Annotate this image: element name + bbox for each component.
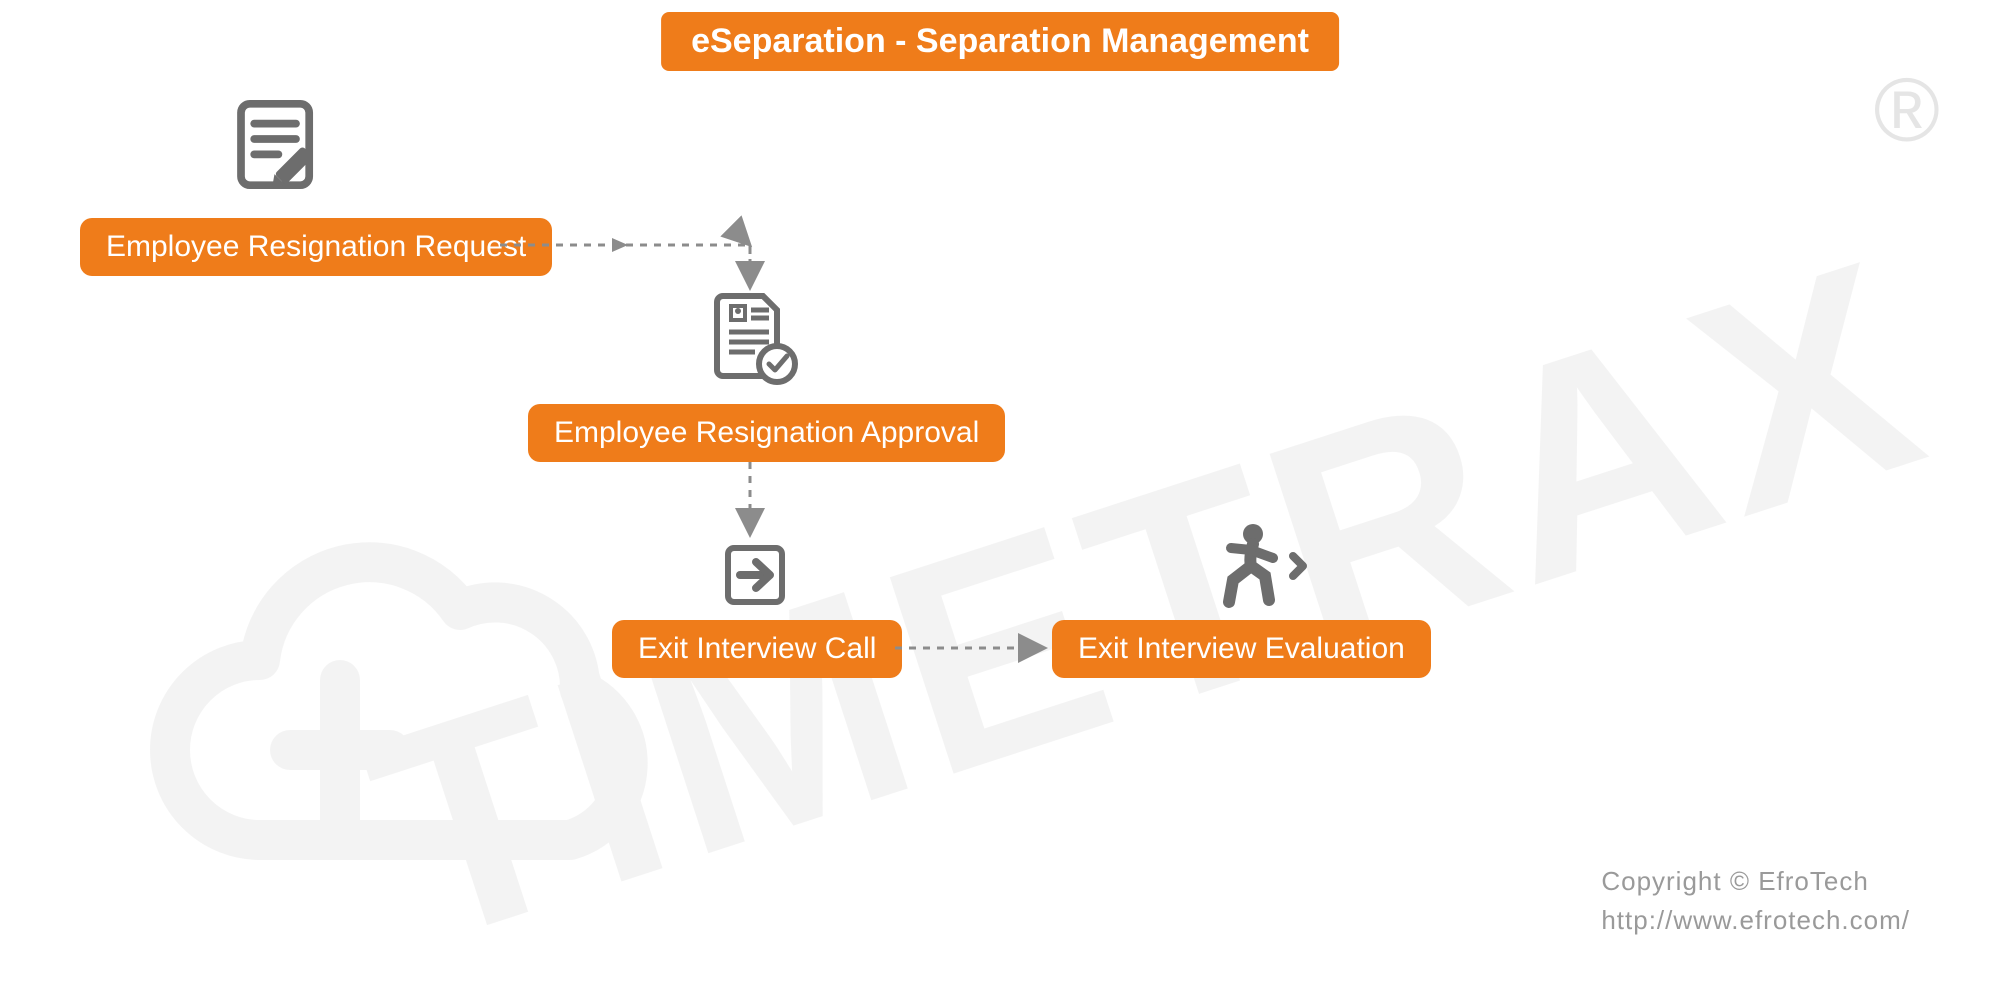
credits: Copyright © EfroTech http://www.efrotech… <box>1601 862 1910 940</box>
document-edit-icon <box>230 95 340 210</box>
credit-line2: http://www.efrotech.com/ <box>1601 901 1910 940</box>
node-approval: Employee Resignation Approval <box>528 404 1005 462</box>
diagram-stage: TIMETRAX ® eSeparation - Separation Mana… <box>0 0 2000 1000</box>
exit-arrow-icon <box>720 540 790 615</box>
registered-mark: ® <box>1874 60 1940 163</box>
node-evaluation: Exit Interview Evaluation <box>1052 620 1431 678</box>
page-title: eSeparation - Separation Management <box>661 12 1339 71</box>
node-call: Exit Interview Call <box>612 620 902 678</box>
credit-line1: Copyright © EfroTech <box>1601 862 1910 901</box>
document-check-icon <box>705 290 805 395</box>
person-exit-icon <box>1205 520 1315 625</box>
node-request: Employee Resignation Request <box>80 218 552 276</box>
